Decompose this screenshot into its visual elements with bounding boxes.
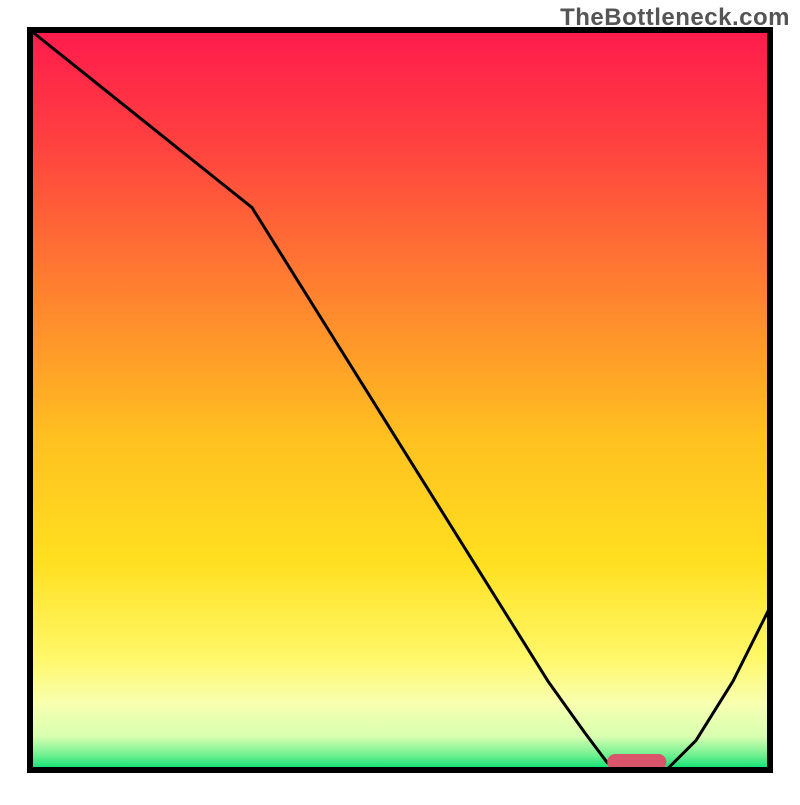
chart-background [30,30,770,770]
bottleneck-chart [0,0,800,800]
watermark-text: TheBottleneck.com [560,4,790,32]
chart-container: TheBottleneck.com [0,0,800,800]
